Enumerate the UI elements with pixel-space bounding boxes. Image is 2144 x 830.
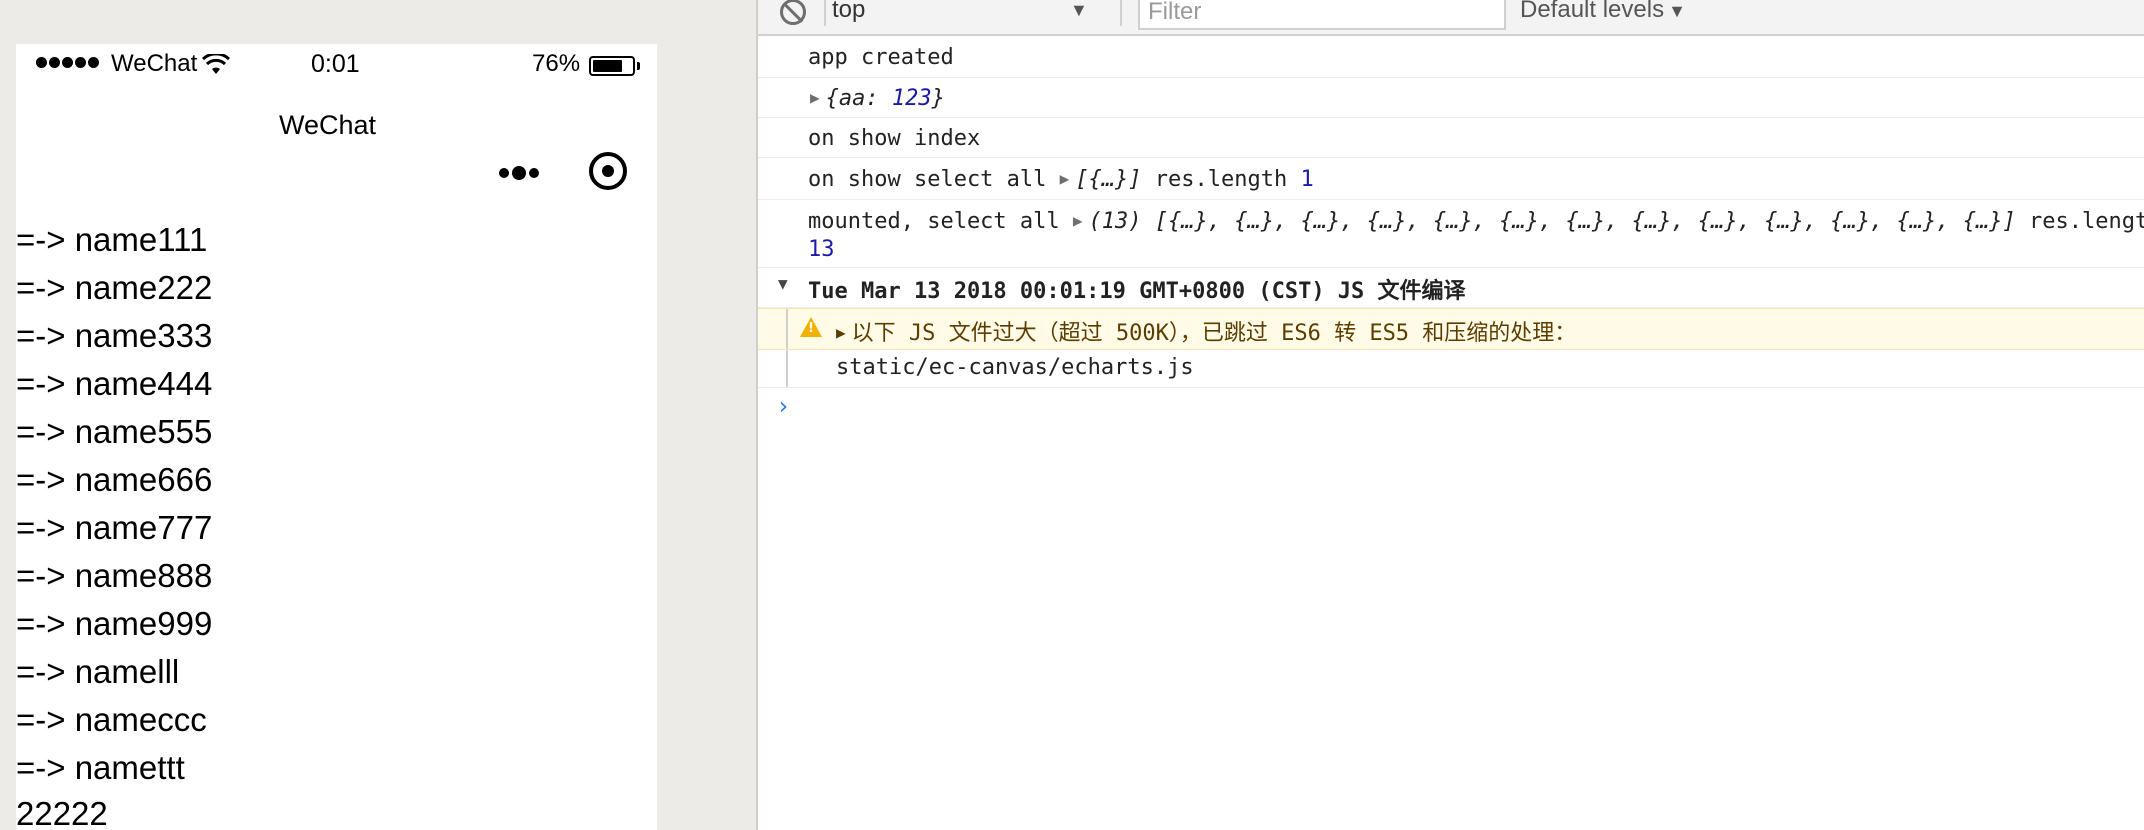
console-messages: app created ▶ {aa: 123} on show index on …: [758, 36, 2144, 830]
list-item: =-> name222: [16, 269, 213, 306]
status-bar: WeChat 0:01 76%: [16, 44, 657, 86]
message-text: app created: [808, 45, 954, 70]
console-group-header[interactable]: ▼ Tue Mar 13 2018 00:01:19 GMT+0800 (CST…: [758, 268, 2144, 308]
list-item: =-> name999: [16, 605, 213, 642]
filter-input[interactable]: [1138, 0, 1506, 30]
warning-icon: [800, 317, 822, 337]
expand-triangle-icon[interactable]: ▶: [1060, 169, 1070, 188]
toolbar-divider: [824, 0, 826, 26]
length-label: res.length: [1154, 167, 1288, 192]
file-path: static/ec-canvas/echarts.js: [836, 355, 1194, 380]
group-title: Tue Mar 13 2018 00:01:19 GMT+0800 (CST) …: [808, 279, 1466, 304]
context-select-value: top: [832, 0, 866, 23]
list-item: =-> name777: [16, 509, 213, 546]
list-item: =-> nameccc: [16, 701, 207, 738]
message-line: on show select all ▶ [{…}] res.length 1: [808, 167, 1314, 192]
expand-triangle-icon[interactable]: ▶: [836, 323, 846, 342]
log-levels-select[interactable]: Default levels ▼: [1520, 0, 1686, 24]
message-text: on show select all: [808, 167, 1047, 192]
context-select[interactable]: top ▼: [832, 0, 1092, 26]
console-message: mounted, select all ▶ (13) [{…}, {…}, {…}…: [758, 200, 2144, 268]
object-open: {aa:: [825, 86, 892, 111]
list-item: =-> name333: [16, 317, 213, 354]
object-value: 123: [891, 86, 932, 111]
clear-console-icon[interactable]: [780, 0, 806, 25]
screen: WeChat 0:01 76% WeChat =-> name111 =-> na…: [0, 0, 2144, 830]
group-indent-line: [786, 350, 788, 387]
console-toolbar: top ▼ Default levels▼: [758, 0, 2144, 36]
list-item: =-> name555: [16, 413, 213, 450]
expand-triangle-icon[interactable]: ▶: [1073, 211, 1083, 230]
message-line: mounted, select all ▶ (13) [{…}, {…}, {…}…: [808, 209, 2144, 234]
message-text: mounted, select all: [808, 209, 1060, 234]
array-preview[interactable]: [{…}]: [1075, 167, 1141, 192]
collapse-triangle-icon[interactable]: ▼: [778, 274, 788, 293]
list-item: =-> namelll: [16, 653, 180, 690]
length-label: res.length: [2028, 209, 2144, 234]
prompt-chevron-icon: ›: [776, 392, 791, 420]
warning-line: ▶ 以下 JS 文件过大（超过 500K），已跳过 ES6 转 ES5 和压缩的处…: [836, 315, 1576, 347]
group-indent-line: [786, 309, 788, 349]
length-value: 1: [1300, 167, 1314, 192]
console-prompt[interactable]: ›: [758, 388, 2144, 428]
phone-simulator: WeChat 0:01 76% WeChat =-> name111 =-> na…: [16, 44, 657, 830]
devtools-console-panel: top ▼ Default levels▼ app created ▶{aa: …: [756, 0, 2144, 830]
object-preview: ▶ {aa: 123}: [810, 86, 945, 111]
page-title: WeChat: [278, 110, 377, 140]
more-dots-icon[interactable]: [499, 164, 545, 182]
page-footer-text: 22222: [16, 795, 108, 830]
console-input[interactable]: [808, 390, 2112, 424]
message-text: on show index: [808, 126, 981, 151]
wifi-icon: [202, 54, 230, 74]
console-message: static/ec-canvas/echarts.js: [758, 350, 2144, 388]
target-close-icon[interactable]: [589, 152, 627, 190]
console-message[interactable]: ▶ {aa: 123}: [758, 78, 2144, 118]
console-message: on show index: [758, 118, 2144, 158]
carrier-label: WeChat: [111, 50, 198, 77]
console-message: app created: [758, 36, 2144, 78]
list-item: =-> name444: [16, 365, 213, 402]
warning-text: 以下 JS 文件过大（超过 500K），已跳过 ES6 转 ES5 和压缩的处理…: [851, 321, 1577, 346]
name-list: =-> name111 =-> name222 =-> name333 =-> nam…: [16, 216, 657, 792]
array-preview[interactable]: (13) [{…}, {…}, {…}, {…}, {…}, {…}, {…},…: [1089, 209, 2016, 234]
list-item: =-> name111: [16, 221, 208, 258]
console-message: on show select all ▶ [{…}] res.length 1: [758, 158, 2144, 200]
battery-tip: [637, 62, 640, 70]
expand-triangle-icon[interactable]: ▶: [810, 88, 820, 107]
clock: 0:01: [311, 50, 360, 78]
chevron-down-icon: ▼: [1668, 1, 1686, 21]
signal-strength-icon: [36, 57, 99, 68]
log-levels-value: Default levels: [1520, 0, 1665, 23]
list-item: =-> name666: [16, 461, 213, 498]
length-value: 13: [808, 237, 835, 262]
battery-fill: [593, 60, 622, 72]
list-item: =-> namettt: [16, 749, 185, 786]
object-close: }: [931, 86, 945, 111]
chevron-down-icon: ▼: [1070, 0, 1088, 20]
toolbar-divider: [1120, 0, 1122, 26]
list-item: =-> name888: [16, 557, 213, 594]
console-warning: ▶ 以下 JS 文件过大（超过 500K），已跳过 ES6 转 ES5 和压缩的处…: [758, 308, 2144, 350]
battery-percent: 76%: [532, 50, 581, 77]
battery-icon: [589, 56, 635, 76]
